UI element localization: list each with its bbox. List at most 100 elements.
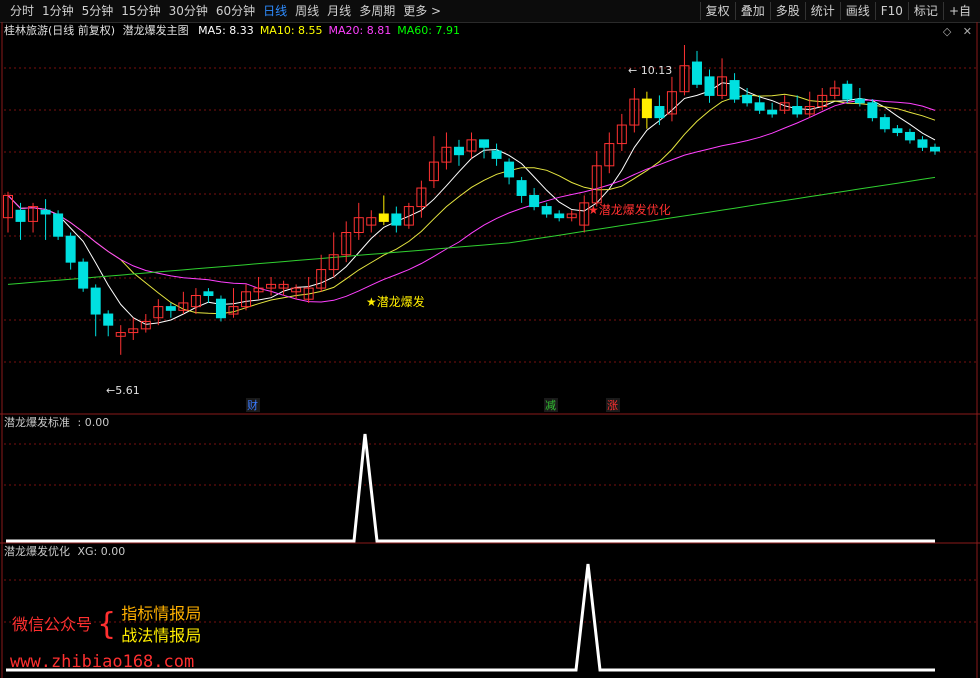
toolbar-button-5[interactable]: F10 (874, 2, 908, 20)
candle-body (917, 139, 928, 148)
candle-body (378, 213, 389, 222)
candle (892, 125, 903, 137)
ma20-line (7, 99, 936, 303)
period-tab-1[interactable]: 1分钟 (38, 3, 78, 19)
toolbar-button-0[interactable]: 复权 (699, 2, 735, 20)
toolbar-button-7[interactable]: +自 (942, 2, 976, 20)
candle (316, 254, 327, 292)
candle (441, 132, 452, 170)
candle-body (792, 106, 803, 115)
candle (504, 158, 515, 185)
candle-body (767, 109, 778, 115)
candle-body (867, 102, 878, 119)
period-tab-9[interactable]: 多周期 (355, 3, 399, 19)
website-watermark: www.zhibiao168.com (10, 652, 195, 672)
candle (103, 310, 114, 337)
candle (654, 95, 665, 126)
candle (140, 314, 151, 333)
period-tab-8[interactable]: 月线 (323, 3, 355, 19)
candle (453, 139, 464, 166)
wechat-label: 微信公众号 (12, 615, 93, 634)
toolbar-button-4[interactable]: 画线 (839, 2, 875, 20)
period-tab-7[interactable]: 周线 (291, 3, 323, 19)
candle-body (215, 298, 226, 319)
candle (128, 317, 139, 340)
candle-body (704, 76, 715, 96)
candle (253, 276, 264, 300)
toolbar-button-6[interactable]: 标记 (907, 2, 943, 20)
candle (178, 291, 189, 315)
ma-lines (7, 82, 936, 325)
candle-body (53, 213, 64, 237)
panel3-header: 潜龙爆发优化 XG: 0.00 (4, 545, 125, 559)
candle (516, 176, 527, 203)
period-tab-10[interactable]: 更多 > (399, 3, 445, 19)
candle (53, 210, 64, 240)
candle (554, 210, 565, 222)
candle (215, 295, 226, 322)
candle (867, 99, 878, 122)
panel2-header: 潜龙爆发标准 : 0.00 (4, 416, 109, 430)
candle (792, 95, 803, 118)
signal2-label: ★潜龙爆发优化 (588, 202, 671, 217)
low-label: ←5.61 (106, 384, 140, 397)
candle-body (754, 102, 765, 111)
candle (691, 50, 702, 88)
candle (291, 284, 302, 300)
panel3-title: 潜龙爆发优化 (4, 545, 70, 558)
period-tab-4[interactable]: 30分钟 (165, 3, 212, 19)
candle (366, 210, 377, 233)
candle-body (65, 235, 76, 263)
candle (65, 232, 76, 270)
candle (28, 202, 39, 233)
candle (704, 69, 715, 103)
candle-body (90, 287, 101, 315)
candle-body (479, 139, 490, 148)
candle (541, 202, 552, 218)
candle (491, 143, 502, 166)
candle-body (742, 94, 753, 104)
event-marker-2: 涨 (607, 399, 618, 412)
grid-lines (0, 22, 980, 678)
candle-body (641, 98, 652, 119)
toolbar-button-3[interactable]: 统计 (804, 2, 840, 20)
toolbar-button-1[interactable]: 叠加 (734, 2, 770, 20)
candle (3, 191, 13, 233)
candle (591, 150, 602, 207)
candle (616, 113, 627, 151)
candle-body (930, 146, 940, 152)
candle (479, 139, 490, 159)
candle-body (491, 150, 502, 159)
candle (879, 113, 890, 133)
candle-body (165, 306, 176, 311)
candle (153, 299, 164, 326)
period-tab-6[interactable]: 日线 (259, 3, 291, 19)
panel3-value: XG: 0.00 (77, 545, 126, 558)
period-tab-5[interactable]: 60分钟 (212, 3, 259, 19)
candle (904, 128, 915, 144)
candle-body (654, 106, 665, 119)
toolbar-button-2[interactable]: 多股 (769, 2, 805, 20)
period-tab-2[interactable]: 5分钟 (78, 3, 118, 19)
candle-body (854, 98, 865, 104)
candle (679, 45, 690, 96)
candle (842, 80, 853, 103)
candle (566, 210, 577, 222)
candle (403, 202, 414, 229)
candle (604, 132, 615, 174)
candle-body (879, 117, 890, 130)
candle-body (729, 80, 740, 100)
candle-body (842, 83, 853, 100)
candle (817, 87, 828, 111)
candle-body (103, 313, 114, 326)
candle (378, 195, 389, 226)
period-tab-3[interactable]: 15分钟 (117, 3, 164, 19)
panel2-value: : 0.00 (77, 416, 110, 429)
candle (930, 143, 940, 155)
watermark-line1: 指标情报局 (121, 604, 202, 623)
chart-canvas[interactable]: ← 10.13 ←5.61 ★潜龙爆发 ★潜龙爆发优化财 减 涨 (0, 22, 980, 678)
candle-body (529, 194, 540, 208)
signal1-label: ★潜龙爆发 (366, 294, 425, 309)
annotations: ← 10.13 ←5.61 ★潜龙爆发 ★潜龙爆发优化财 减 涨 (106, 64, 672, 412)
period-tab-0[interactable]: 分时 (6, 3, 38, 19)
